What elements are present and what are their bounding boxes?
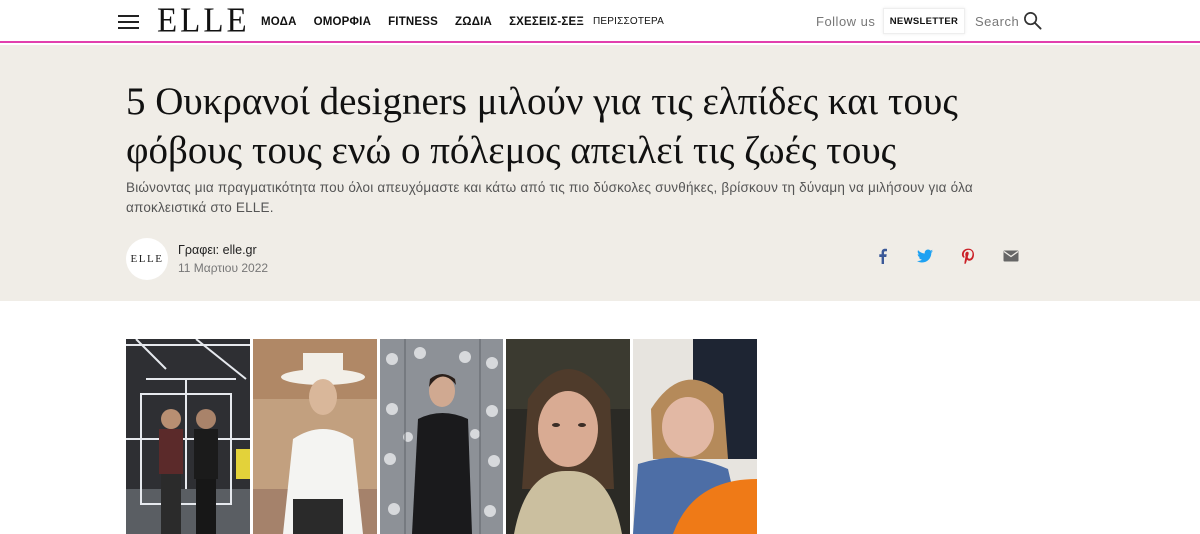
top-navigation: ELLE ΜΟΔΑ ΟΜΟΡΦΙΑ FITNESS ΖΩΔΙΑ ΣΧΕΣΕΙΣ-… [0, 0, 1200, 43]
email-icon[interactable] [1003, 248, 1019, 264]
article-hero: 5 Ουκρανοί designers μιλούν για τις ελπί… [0, 45, 1200, 301]
designer-photo-5 [633, 339, 757, 534]
follow-us-label[interactable]: Follow us [816, 14, 875, 29]
article-title: 5 Ουκρανοί designers μιλούν για τις ελπί… [126, 80, 958, 172]
publish-date: 11 Μαρτιου 2022 [178, 261, 269, 275]
newsletter-button[interactable]: NEWSLETTER [883, 8, 965, 34]
article-subtitle: Βιώνοντας μια πραγματικότητα που όλοι απ… [126, 180, 973, 215]
nav-item-fitness[interactable]: FITNESS [388, 16, 438, 28]
pinterest-icon[interactable] [960, 248, 976, 264]
nav-item-relationships[interactable]: ΣΧΕΣΕΙΣ-ΣΕΞ [509, 16, 584, 28]
designer-photo-4 [506, 339, 631, 534]
nav-item-beauty[interactable]: ΟΜΟΡΦΙΑ [314, 16, 371, 28]
author-name[interactable]: Γραφει: elle.gr [178, 243, 257, 257]
facebook-icon[interactable] [875, 248, 891, 264]
nav-item-more[interactable]: ΠΕΡΙΣΣΟΤΕΡΑ [593, 16, 664, 27]
designer-photo-1 [126, 339, 250, 534]
nav-item-fashion[interactable]: ΜΟΔΑ [261, 16, 297, 28]
search-icon[interactable] [1023, 11, 1042, 30]
designer-photo-3 [379, 339, 504, 534]
nav-item-zodiac[interactable]: ΖΩΔΙΑ [455, 16, 492, 28]
designer-photo-2 [252, 339, 377, 534]
designers-photo-collage[interactable] [126, 339, 757, 534]
twitter-icon[interactable] [917, 248, 933, 264]
author-avatar[interactable]: ELLE [126, 238, 168, 280]
main-nav: ΜΟΔΑ ΟΜΟΡΦΙΑ FITNESS ΖΩΔΙΑ ΣΧΕΣΕΙΣ-ΣΕΞ Π… [261, 0, 681, 43]
menu-icon[interactable] [118, 15, 139, 29]
search-label[interactable]: Search [975, 14, 1019, 29]
elle-logo[interactable]: ELLE [157, 1, 250, 41]
